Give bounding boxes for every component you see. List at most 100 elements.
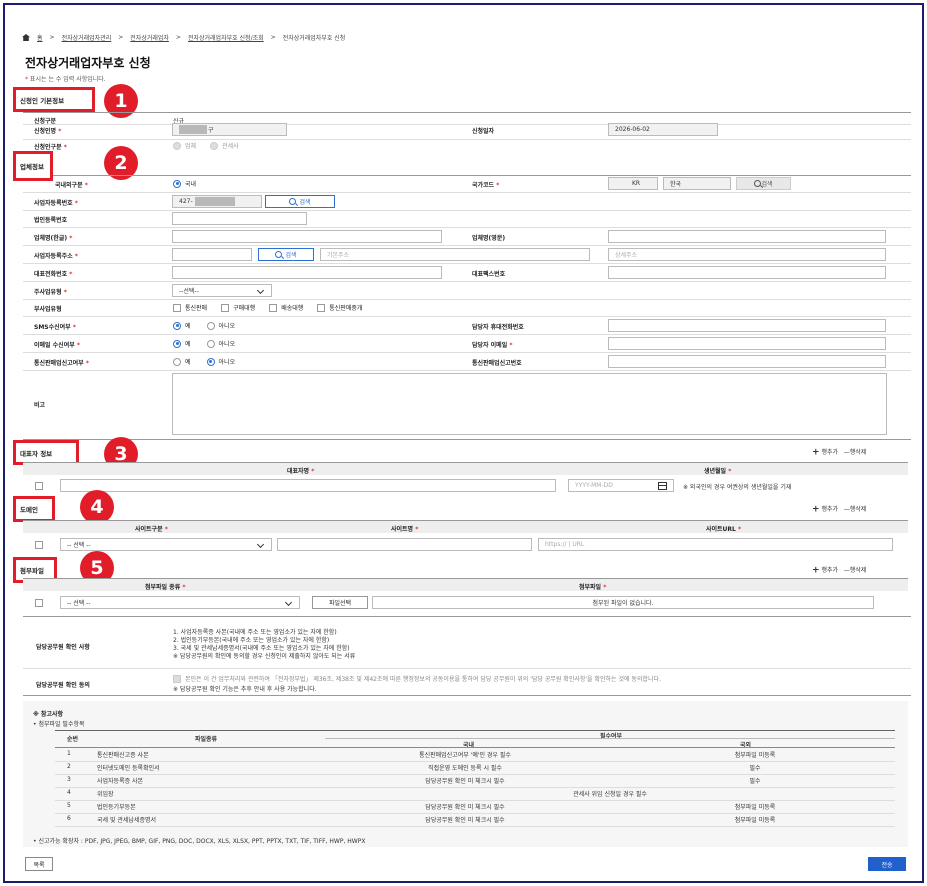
label-address: 사업자등록주소 * xyxy=(34,253,78,260)
ref-row-divider xyxy=(55,813,895,814)
country-name-field: 한국 xyxy=(663,177,731,190)
detail-address-input[interactable]: 상세주소 xyxy=(608,248,886,261)
domain-table-header: 사이트구분 * 사이트명 * 사이트URL * xyxy=(23,520,908,533)
home-icon[interactable] xyxy=(22,34,30,41)
submit-button[interactable]: 전송 xyxy=(868,857,906,871)
rep-row-controls: + 행추가 —행삭제 xyxy=(812,447,866,458)
col-site-url: 사이트URL * xyxy=(706,526,742,533)
ref-row-no: 5 xyxy=(67,802,71,809)
radio-email-yes[interactable] xyxy=(173,339,181,348)
domain-row-checkbox[interactable] xyxy=(35,541,43,549)
radio-sms-yes[interactable] xyxy=(173,321,181,330)
ref-row-filetype: 통신판매신고증 사본 xyxy=(97,752,149,759)
ref-row-divider xyxy=(55,774,895,775)
radio-report-yes[interactable] xyxy=(173,357,181,366)
badge-4: 4 xyxy=(80,490,114,524)
rep-add-row-button[interactable]: + 행추가 xyxy=(812,448,838,458)
site-name-input[interactable] xyxy=(277,538,532,551)
bizno-search-button[interactable]: 검색 xyxy=(265,195,335,208)
corpno-input[interactable] xyxy=(172,212,307,225)
officer-agree-row: 본인은 이 건 업무처리와 관련하여 「전자정부법」 제36조, 제38조 및 … xyxy=(173,674,661,683)
ref-row-domestic: 담당공무원 확인 미 체크시 필수 xyxy=(425,817,505,824)
attach-row-controls: + 행추가 —행삭제 xyxy=(812,565,866,576)
rep-birth-note: ※ 외국인의 경우 여권상의 생년월일을 기재 xyxy=(683,484,792,491)
list-button[interactable]: 목록 xyxy=(25,857,53,871)
breadcrumb-separator: > xyxy=(118,34,124,41)
rep-delete-row-button[interactable]: —행삭제 xyxy=(844,449,867,456)
reference-table: 순번 파일종류 필수여부 국내 국외 1 통신판매신고증 사본 통신판매업신고여부 … xyxy=(55,730,895,830)
ref-col-no: 순번 xyxy=(67,736,79,743)
base-address-input[interactable]: 기본주소 xyxy=(320,248,590,261)
calendar-icon[interactable] xyxy=(658,481,667,490)
birth-date-input[interactable]: YYYY-MM-DD xyxy=(568,479,674,492)
label-officer-agree: 담당공무원 확인 동의 xyxy=(36,682,90,689)
checkbox-purchase-agent[interactable] xyxy=(221,303,230,312)
tel-input[interactable] xyxy=(172,266,442,279)
col-rep-name: 대표자명 * xyxy=(287,468,315,475)
address-search-button[interactable]: 검색 xyxy=(258,248,314,261)
label-company-name-kr: 업체명(한글) * xyxy=(34,235,73,242)
chevron-down-icon xyxy=(256,286,265,295)
label-report: 통신판매업신고여부 * xyxy=(34,360,89,367)
radio-company[interactable] xyxy=(173,141,181,150)
label-email-recv: 이메일 수신여부 * xyxy=(34,342,80,349)
apply-date-field: 2026-06-02 xyxy=(608,123,718,136)
attach-delete-row-button[interactable]: —행삭제 xyxy=(844,567,867,574)
site-type-select[interactable]: -- 선택 -- xyxy=(60,538,272,551)
breadcrumb-home[interactable]: 홈 xyxy=(37,33,43,42)
rep-name-input[interactable] xyxy=(60,479,556,492)
label-memo: 비고 xyxy=(34,402,46,409)
checkbox-shipping-agent[interactable] xyxy=(269,303,278,312)
checkbox-broker[interactable] xyxy=(317,303,326,312)
site-url-input[interactable]: https:// | URL xyxy=(538,538,893,551)
rep-row-checkbox[interactable] xyxy=(35,482,43,490)
radio-sms-no[interactable] xyxy=(206,321,215,330)
mobile-input[interactable] xyxy=(608,319,886,332)
attach-row-checkbox[interactable] xyxy=(35,599,43,607)
radio-customs-broker[interactable] xyxy=(210,141,219,150)
country-search-button[interactable]: 검색 xyxy=(736,177,791,190)
applicant-kind-radios: 업체 관세사 xyxy=(173,141,239,150)
breadcrumb-item[interactable]: 전자상거래업자관리 xyxy=(62,33,112,42)
ref-row-divider xyxy=(55,826,895,827)
ref-row-domestic: 직접운영 도메인 등록 시 필수 xyxy=(428,765,502,772)
fax-input[interactable] xyxy=(608,266,886,279)
ref-row-domestic: 담당공무원 확인 미 체크시 필수 xyxy=(425,778,505,785)
breadcrumb-item[interactable]: 전자상거래업자부호 신청/조회 xyxy=(188,33,264,42)
email-input[interactable] xyxy=(608,337,886,350)
ref-row-no: 4 xyxy=(67,789,71,796)
ref-row-filetype: 인터넷도메인 등록확인서 xyxy=(97,765,160,772)
search-icon xyxy=(289,198,297,205)
ref-row-domestic: 통신판매업신고여부 '예'인 경우 필수 xyxy=(419,752,511,759)
zipcode-input[interactable] xyxy=(172,248,252,261)
label-domestic: 국내외구분 * xyxy=(55,182,88,189)
domain-delete-row-button[interactable]: —행삭제 xyxy=(844,506,867,513)
domain-add-row-button[interactable]: + 행추가 xyxy=(812,505,838,515)
checkbox-mail-order[interactable] xyxy=(173,303,181,312)
sub-biz-checkboxes: 통신판매 구매대행 배송대행 통신판매중개 xyxy=(173,303,362,312)
file-type-select[interactable]: -- 선택 -- xyxy=(60,596,300,609)
ref-row-divider xyxy=(55,787,895,788)
rep-table-header: 대표자명 * 생년월일 * xyxy=(23,462,908,475)
officer-agree-checkbox[interactable] xyxy=(173,674,181,683)
label-report-no: 통신판매업신고번호 xyxy=(472,360,522,367)
ref-row-overseas: 첨부파일 미등록 xyxy=(734,804,776,811)
label-main-biz: 주사업유형 * xyxy=(34,289,67,296)
search-icon xyxy=(754,180,762,187)
breadcrumb-item[interactable]: 전자상거래업자 xyxy=(130,33,169,42)
label-fax: 대표팩스번호 xyxy=(472,271,506,278)
label-sms: SMS수신여부 * xyxy=(34,324,76,331)
radio-report-no[interactable] xyxy=(206,357,215,366)
main-biz-select[interactable]: --선택-- xyxy=(172,284,272,297)
label-bizno: 사업자등록번호 * xyxy=(34,200,78,207)
memo-textarea[interactable] xyxy=(172,373,887,435)
domestic-radio[interactable]: 국내 xyxy=(173,179,196,188)
company-name-en-input[interactable] xyxy=(608,230,886,243)
attach-add-row-button[interactable]: + 행추가 xyxy=(812,566,838,576)
ref-row-filetype: 법인등기부등본 xyxy=(97,804,136,811)
file-select-button[interactable]: 파일선택 xyxy=(312,596,368,609)
report-no-input[interactable] xyxy=(608,355,886,368)
col-site-type: 사이트구분 * xyxy=(135,526,168,533)
company-name-kr-input[interactable] xyxy=(172,230,442,243)
radio-email-no[interactable] xyxy=(206,339,215,348)
